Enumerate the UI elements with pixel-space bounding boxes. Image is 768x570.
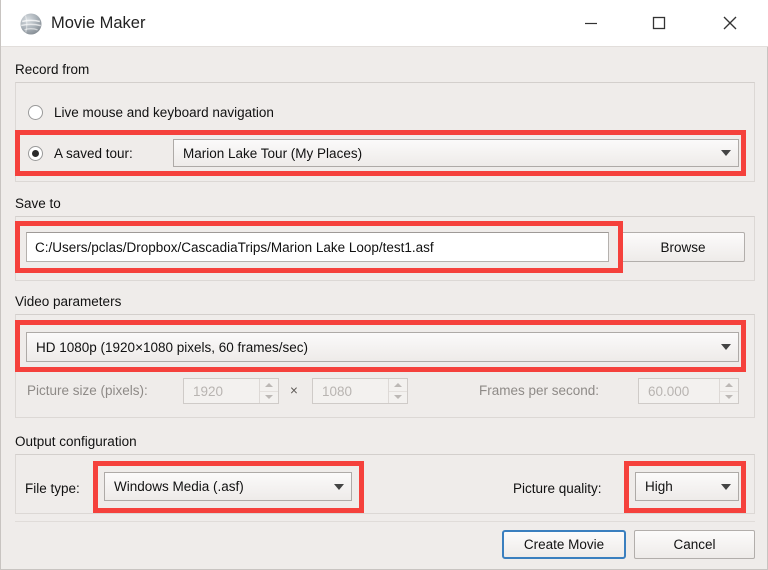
close-icon[interactable] — [707, 0, 753, 46]
radio-live-navigation-label: Live mouse and keyboard navigation — [54, 104, 274, 120]
create-movie-button[interactable]: Create Movie — [502, 530, 626, 559]
picture-quality-combo[interactable]: High — [635, 472, 739, 501]
record-from-group-label: Record from — [15, 62, 90, 77]
radio-saved-tour-label: A saved tour: — [54, 145, 133, 161]
picture-width-stepper[interactable]: 1920 — [183, 378, 279, 404]
frames-per-second-stepper[interactable]: 60.000 — [638, 378, 739, 404]
chevron-down-icon[interactable] — [327, 483, 351, 490]
file-type-combo[interactable]: Windows Media (.asf) — [104, 472, 352, 501]
spin-down-icon[interactable] — [720, 390, 738, 404]
dimension-separator: × — [290, 383, 298, 398]
browse-button[interactable]: Browse — [621, 232, 745, 262]
spin-up-icon[interactable] — [389, 379, 407, 391]
radio-saved-tour-indicator[interactable] — [28, 145, 43, 161]
video-preset-combo-value: HD 1080p (1920×1080 pixels, 60 frames/se… — [36, 339, 309, 355]
frames-per-second-value: 60.000 — [648, 383, 690, 399]
spin-down-icon[interactable] — [260, 390, 278, 404]
file-type-label: File type: — [25, 481, 80, 496]
chevron-down-icon[interactable] — [714, 483, 738, 490]
picture-height-spin-buttons[interactable] — [388, 379, 407, 403]
minimize-icon[interactable] — [568, 0, 614, 46]
footer-divider — [15, 521, 755, 522]
picture-quality-label: Picture quality: — [513, 481, 602, 496]
spin-up-icon[interactable] — [720, 379, 738, 391]
saved-tour-combo[interactable]: Marion Lake Tour (My Places) — [173, 139, 739, 167]
picture-quality-combo-value: High — [645, 479, 673, 494]
record-from-panel — [15, 82, 755, 182]
save-to-group-label: Save to — [15, 196, 61, 211]
picture-height-stepper[interactable]: 1080 — [312, 378, 408, 404]
globe-icon — [19, 12, 43, 36]
frames-per-second-label: Frames per second: — [479, 383, 600, 398]
movie-maker-dialog: Movie Maker Record from Live mouse and k… — [0, 0, 768, 570]
title-bar: Movie Maker — [1, 0, 768, 47]
radio-live-navigation-indicator[interactable] — [28, 104, 43, 120]
picture-height-value: 1080 — [322, 383, 353, 399]
radio-live-navigation[interactable]: Live mouse and keyboard navigation — [28, 101, 274, 123]
output-configuration-group-label: Output configuration — [15, 434, 137, 449]
fps-spin-buttons[interactable] — [719, 379, 738, 403]
chevron-down-icon[interactable] — [714, 344, 738, 350]
picture-width-value: 1920 — [193, 383, 224, 399]
chevron-down-icon[interactable] — [714, 150, 738, 156]
video-preset-combo[interactable]: HD 1080p (1920×1080 pixels, 60 frames/se… — [26, 332, 739, 362]
picture-width-spin-buttons[interactable] — [259, 379, 278, 403]
window-title: Movie Maker — [51, 14, 146, 32]
cancel-button[interactable]: Cancel — [634, 530, 755, 559]
file-type-combo-value: Windows Media (.asf) — [114, 479, 244, 494]
saved-tour-combo-value: Marion Lake Tour (My Places) — [183, 145, 363, 161]
save-path-input[interactable]: C:/Users/pclas/Dropbox/CascadiaTrips/Mar… — [26, 232, 609, 262]
radio-saved-tour[interactable]: A saved tour: — [28, 142, 133, 164]
picture-size-label: Picture size (pixels): — [27, 383, 148, 398]
spin-up-icon[interactable] — [260, 379, 278, 391]
spin-down-icon[interactable] — [389, 390, 407, 404]
maximize-icon[interactable] — [636, 0, 682, 46]
video-parameters-group-label: Video parameters — [15, 294, 122, 309]
